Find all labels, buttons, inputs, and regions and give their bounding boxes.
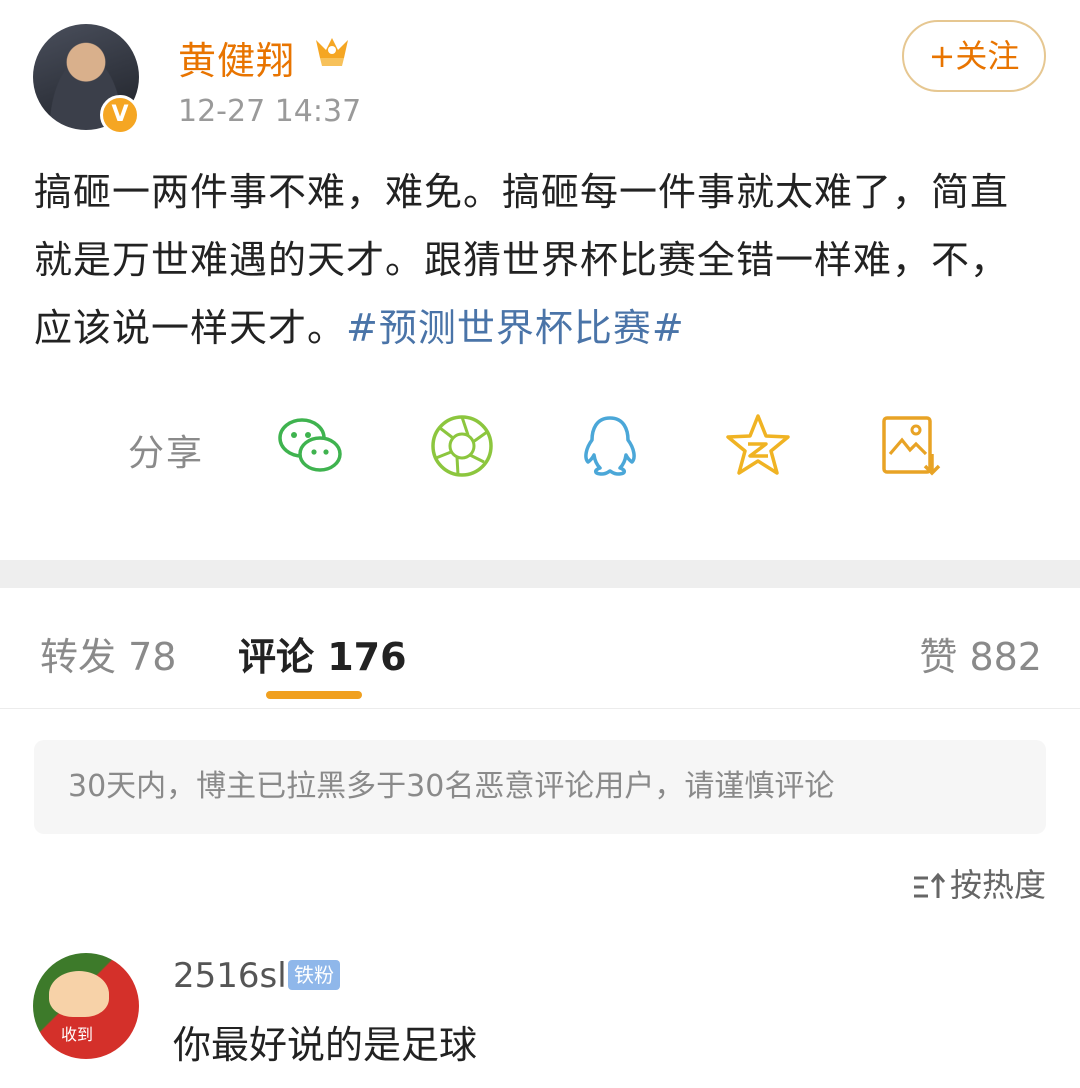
- follow-button[interactable]: +关注: [902, 20, 1046, 92]
- moments-icon[interactable]: [426, 410, 498, 482]
- member-level-icon: [316, 38, 348, 66]
- comment-notice: 30天内，博主已拉黑多于30名恶意评论用户，请谨慎评论: [34, 740, 1046, 834]
- commenter-avatar[interactable]: 收到: [33, 953, 139, 1059]
- comment-text: 你最好说的是足球: [173, 1023, 478, 1067]
- post-content: 搞砸一两件事不难，难免。搞砸每一件事就太难了，简直就是万世难遇的天才。跟猜世界杯…: [34, 158, 1044, 362]
- share-label: 分享: [128, 433, 205, 474]
- save-image-icon[interactable]: [876, 410, 948, 482]
- tab-divider: [0, 708, 1080, 709]
- tab-repost[interactable]: 转发 78: [40, 626, 176, 681]
- sort-label: 按热度: [949, 866, 1046, 904]
- sort-icon: [913, 872, 946, 898]
- active-tab-indicator: [266, 691, 362, 699]
- tab-like[interactable]: 赞 882: [919, 626, 1042, 681]
- commenter-name[interactable]: 2516sl: [173, 956, 287, 996]
- qq-icon[interactable]: [574, 410, 646, 482]
- author-name[interactable]: 黄健翔: [178, 30, 295, 85]
- sort-button[interactable]: 按热度: [912, 860, 1046, 906]
- post-time: 12-27 14:37: [178, 94, 362, 129]
- section-divider: [0, 560, 1080, 588]
- qzone-icon[interactable]: [722, 410, 794, 482]
- wechat-icon[interactable]: [274, 410, 346, 482]
- verified-badge: V: [100, 95, 140, 135]
- avatar-caption: 收到: [61, 1025, 94, 1044]
- fan-badge: 铁粉: [288, 960, 340, 990]
- hashtag-link[interactable]: #预测世界杯比赛#: [346, 306, 685, 350]
- tab-comment[interactable]: 评论 176: [238, 626, 407, 681]
- avatar-face: [49, 971, 109, 1017]
